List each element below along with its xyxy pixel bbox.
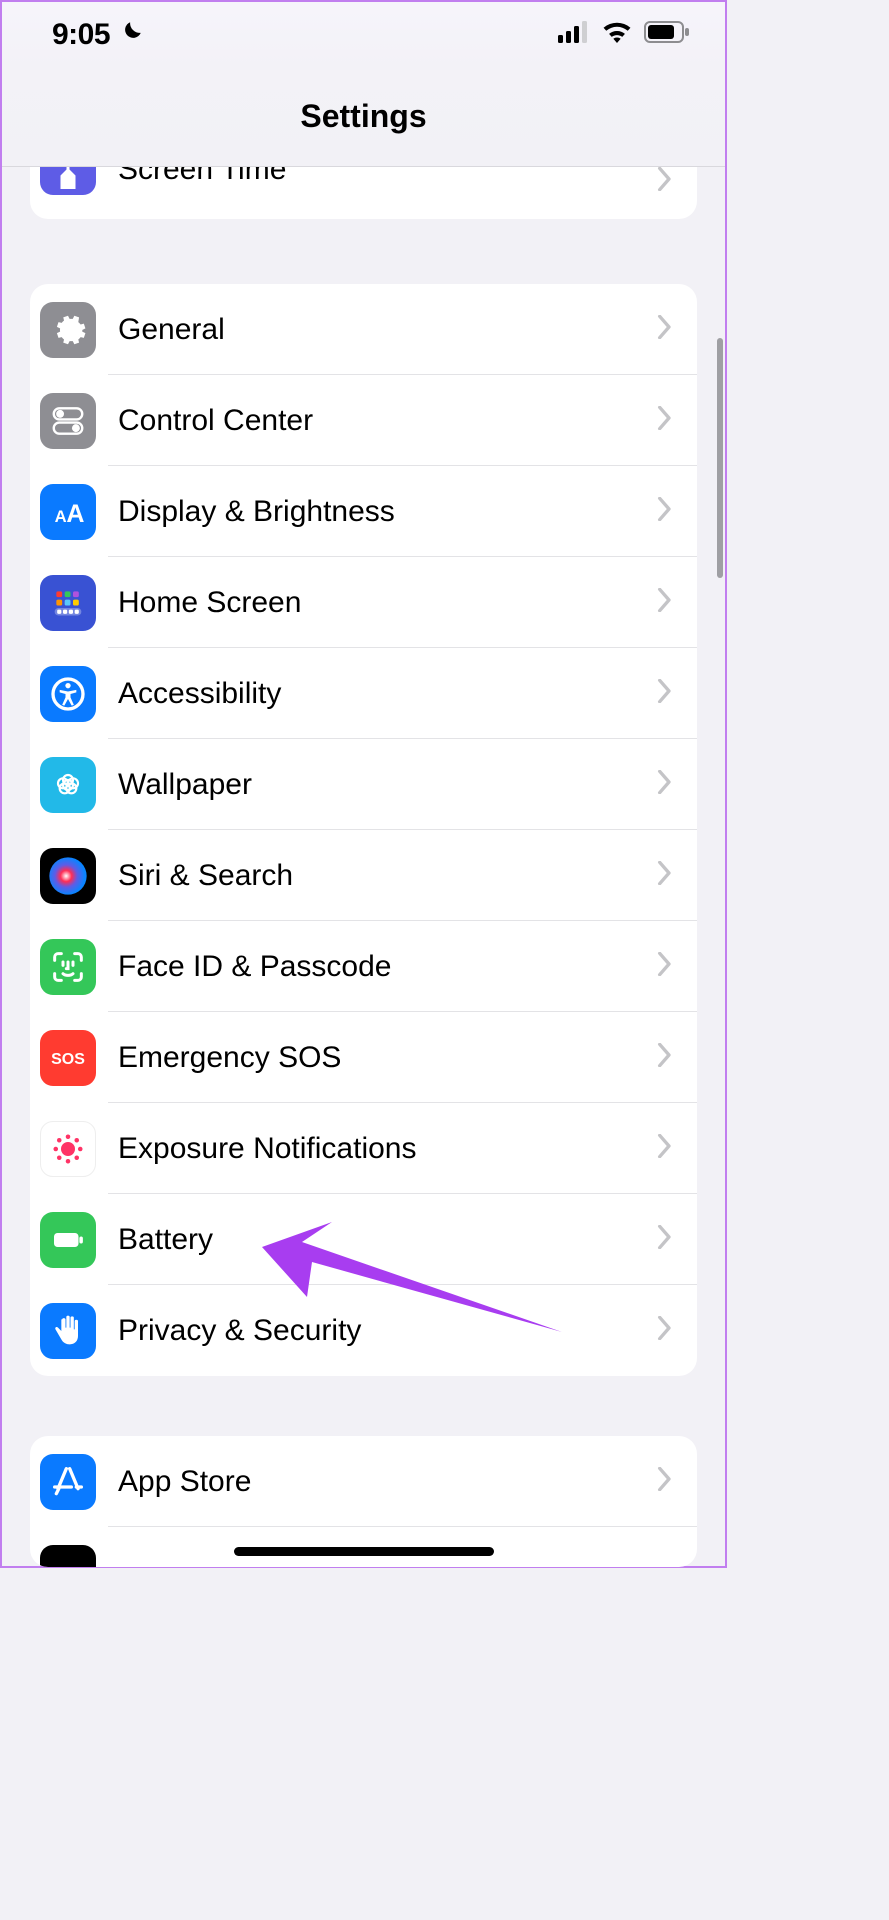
header: Settings [2, 67, 725, 167]
settings-row-display-brightness[interactable]: AA Display & Brightness [30, 466, 697, 557]
row-label: Wallpaper [118, 768, 657, 802]
hand-icon [40, 1303, 96, 1359]
chevron-right-icon [657, 1467, 673, 1496]
chevron-right-icon [657, 1225, 673, 1254]
row-label: Accessibility [118, 677, 657, 711]
row-label: Privacy & Security [118, 1314, 657, 1348]
settings-row-app-store[interactable]: App Store [30, 1436, 697, 1527]
chevron-right-icon [657, 1316, 673, 1345]
settings-group-prev: Screen Time [30, 167, 697, 219]
settings-row-wallpaper[interactable]: Wallpaper [30, 739, 697, 830]
chevron-right-icon [657, 497, 673, 526]
row-label: Emergency SOS [118, 1041, 657, 1075]
accessibility-icon [40, 666, 96, 722]
chevron-right-icon [657, 1134, 673, 1163]
page-title: Settings [300, 98, 426, 135]
screen-time-icon [40, 167, 96, 195]
chevron-right-icon [657, 167, 673, 196]
settings-row-general[interactable]: General [30, 284, 697, 375]
row-label: Control Center [118, 404, 657, 438]
settings-row-exposure-notifications[interactable]: Exposure Notifications [30, 1103, 697, 1194]
status-time: 9:05 [52, 18, 110, 52]
chevron-right-icon [657, 679, 673, 708]
scrollbar[interactable] [717, 338, 723, 578]
chevron-right-icon [657, 588, 673, 617]
settings-row-battery[interactable]: Battery [30, 1194, 697, 1285]
gear-icon [40, 302, 96, 358]
chevron-right-icon [657, 315, 673, 344]
home-screen-icon [40, 575, 96, 631]
row-label: App Store [118, 1465, 657, 1499]
battery-icon [40, 1212, 96, 1268]
row-label: General [118, 313, 657, 347]
sos-icon: SOS [40, 1030, 96, 1086]
chevron-right-icon [657, 770, 673, 799]
cellular-signal-icon [558, 21, 590, 48]
siri-icon [40, 848, 96, 904]
row-label: Siri & Search [118, 859, 657, 893]
row-label: Face ID & Passcode [118, 950, 657, 984]
row-label: Screen Time [118, 167, 657, 185]
settings-row-emergency-sos[interactable]: SOS Emergency SOS [30, 1012, 697, 1103]
battery-icon-status [644, 21, 690, 48]
settings-row-home-screen[interactable]: Home Screen [30, 557, 697, 648]
wifi-icon [602, 21, 632, 48]
home-indicator[interactable] [234, 1547, 494, 1556]
row-label: Display & Brightness [118, 495, 657, 529]
chevron-right-icon [657, 1043, 673, 1072]
settings-row-siri-search[interactable]: Siri & Search [30, 830, 697, 921]
svg-text:A: A [55, 507, 67, 526]
svg-text:A: A [66, 500, 84, 528]
row-label: Exposure Notifications [118, 1132, 657, 1166]
row-label: Battery [118, 1223, 657, 1257]
exposure-icon [40, 1121, 96, 1177]
settings-row-screen-time[interactable]: Screen Time [30, 167, 697, 219]
status-bar: 9:05 [2, 2, 725, 67]
settings-row-accessibility[interactable]: Accessibility [30, 648, 697, 739]
settings-row-face-id-passcode[interactable]: Face ID & Passcode [30, 921, 697, 1012]
chevron-right-icon [657, 406, 673, 435]
row-label: Home Screen [118, 586, 657, 620]
settings-row-control-center[interactable]: Control Center [30, 375, 697, 466]
do-not-disturb-icon [118, 19, 144, 50]
settings-group-main: General Control Center AA Display & Brig… [30, 284, 697, 1376]
wallet-icon [40, 1545, 96, 1567]
face-id-icon [40, 939, 96, 995]
switches-icon [40, 393, 96, 449]
svg-text:SOS: SOS [51, 1051, 85, 1068]
chevron-right-icon [657, 861, 673, 890]
appstore-icon [40, 1454, 96, 1510]
text-size-icon: AA [40, 484, 96, 540]
chevron-right-icon [657, 952, 673, 981]
settings-row-privacy-security[interactable]: Privacy & Security [30, 1285, 697, 1376]
wallpaper-icon [40, 757, 96, 813]
